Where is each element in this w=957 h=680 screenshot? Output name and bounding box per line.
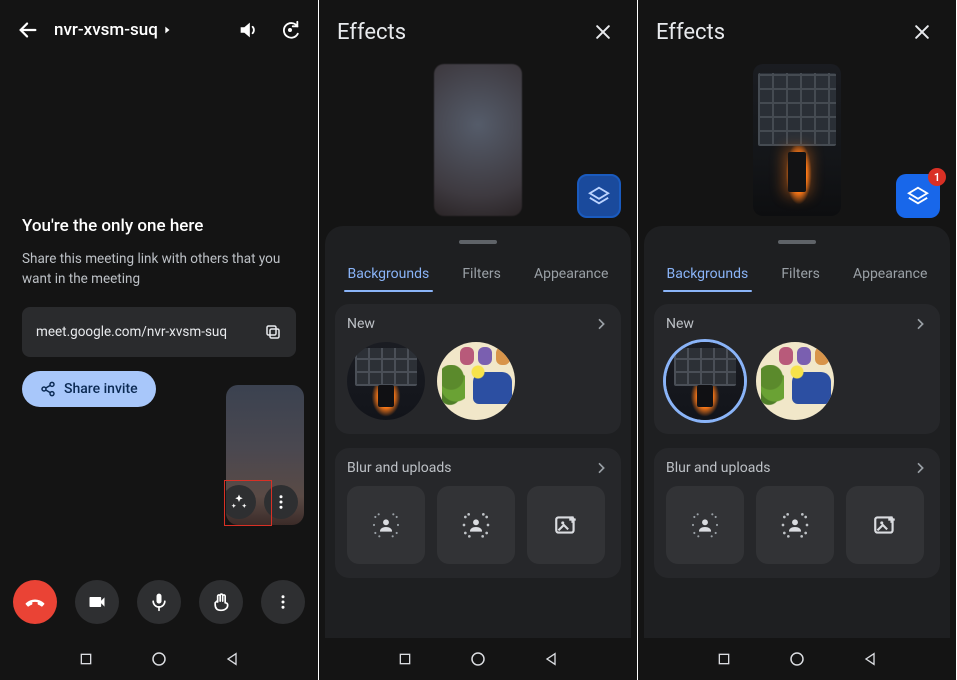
chevron-right-icon: [912, 460, 928, 476]
sheet-handle[interactable]: [778, 240, 816, 244]
empty-state-subtitle: Share this meeting link with others that…: [22, 250, 296, 289]
effects-title: Effects: [656, 20, 725, 45]
effects-preview: [434, 64, 522, 216]
chevron-right-icon: [593, 460, 609, 476]
nav-home-icon[interactable]: [788, 650, 806, 668]
android-nav-bar: [638, 638, 956, 680]
new-backgrounds-row: [347, 342, 609, 420]
nav-recent-icon[interactable]: [716, 651, 732, 667]
section-blur: Blur and uploads: [654, 448, 940, 578]
background-living-room[interactable]: [437, 342, 515, 420]
upload-background-button[interactable]: [846, 486, 924, 564]
tab-appearance[interactable]: Appearance: [530, 258, 612, 290]
section-new: New: [654, 304, 940, 434]
applied-effects-count: 1: [928, 168, 946, 186]
effects-sheet: Backgrounds Filters Appearance New: [644, 226, 950, 638]
section-blur-title: Blur and uploads: [666, 460, 770, 476]
section-blur-header[interactable]: Blur and uploads: [666, 460, 928, 476]
background-fireplace[interactable]: [347, 342, 425, 420]
effects-button[interactable]: [226, 485, 256, 519]
effects-tabs: Backgrounds Filters Appearance: [644, 258, 950, 290]
screen-effects-initial: Effects Backgrounds Filters Appearance N…: [319, 0, 638, 680]
section-blur: Blur and uploads: [335, 448, 621, 578]
section-new: New: [335, 304, 621, 434]
blur-strong-button[interactable]: [756, 486, 834, 564]
background-fireplace[interactable]: [666, 342, 744, 420]
empty-state: You're the only one here Share this meet…: [0, 216, 318, 407]
call-more-button[interactable]: [261, 580, 305, 624]
self-preview-buttons: [226, 479, 304, 525]
chevron-right-icon: [593, 316, 609, 332]
nav-back-icon[interactable]: [224, 651, 240, 667]
screen-meeting: nvr-xvsm-suq You're the only one here Sh…: [0, 0, 319, 680]
meeting-code-text: nvr-xvsm-suq: [54, 20, 158, 40]
effects-tabs: Backgrounds Filters Appearance: [325, 258, 631, 290]
meeting-link-text: meet.google.com/nvr-xvsm-suq: [36, 324, 227, 340]
effects-preview-area: 1: [638, 58, 956, 228]
section-new-header[interactable]: New: [347, 316, 609, 332]
section-new-title: New: [347, 316, 375, 332]
share-invite-label: Share invite: [64, 381, 138, 397]
close-icon[interactable]: [906, 16, 938, 48]
self-video-preview[interactable]: [226, 385, 304, 525]
blur-light-button[interactable]: [666, 486, 744, 564]
section-new-title: New: [666, 316, 694, 332]
sheet-handle[interactable]: [459, 240, 497, 244]
upload-background-button[interactable]: [527, 486, 605, 564]
effects-header: Effects: [638, 0, 956, 58]
switch-camera-icon[interactable]: [274, 14, 306, 46]
tab-appearance[interactable]: Appearance: [849, 258, 931, 290]
effects-preview-area: [319, 58, 637, 228]
share-invite-button[interactable]: Share invite: [22, 371, 156, 407]
effects-header: Effects: [319, 0, 637, 58]
nav-recent-icon[interactable]: [78, 651, 94, 667]
speaker-icon[interactable]: [232, 14, 264, 46]
android-nav-bar: [0, 638, 318, 680]
copy-link-button[interactable]: [260, 319, 286, 345]
nav-home-icon[interactable]: [469, 650, 487, 668]
blur-row: [666, 486, 928, 564]
applied-effects-button[interactable]: 1: [896, 174, 940, 218]
blur-light-button[interactable]: [347, 486, 425, 564]
effects-preview: [753, 64, 841, 216]
nav-recent-icon[interactable]: [397, 651, 413, 667]
raise-hand-button[interactable]: [199, 580, 243, 624]
blur-strong-button[interactable]: [437, 486, 515, 564]
tab-backgrounds[interactable]: Backgrounds: [663, 258, 753, 290]
section-new-header[interactable]: New: [666, 316, 928, 332]
nav-home-icon[interactable]: [150, 650, 168, 668]
meeting-top-bar: nvr-xvsm-suq: [0, 0, 318, 56]
end-call-button[interactable]: [13, 580, 57, 624]
meeting-link-box: meet.google.com/nvr-xvsm-suq: [22, 307, 296, 357]
more-options-button[interactable]: [264, 485, 298, 519]
section-blur-title: Blur and uploads: [347, 460, 451, 476]
blur-row: [347, 486, 609, 564]
meeting-code[interactable]: nvr-xvsm-suq: [54, 20, 222, 40]
call-control-bar: [0, 580, 318, 624]
empty-state-title: You're the only one here: [22, 216, 296, 236]
camera-toggle-button[interactable]: [75, 580, 119, 624]
chevron-right-icon: [912, 316, 928, 332]
applied-effects-button[interactable]: [577, 174, 621, 218]
nav-back-icon[interactable]: [862, 651, 878, 667]
background-living-room[interactable]: [756, 342, 834, 420]
tab-filters[interactable]: Filters: [777, 258, 824, 290]
tab-backgrounds[interactable]: Backgrounds: [344, 258, 434, 290]
android-nav-bar: [319, 638, 637, 680]
nav-back-icon[interactable]: [543, 651, 559, 667]
new-backgrounds-row: [666, 342, 928, 420]
effects-sheet: Backgrounds Filters Appearance New: [325, 226, 631, 638]
back-icon[interactable]: [12, 14, 44, 46]
screen-effects-applied: Effects 1 Backgrounds Filters Appearance…: [638, 0, 957, 680]
mic-toggle-button[interactable]: [137, 580, 181, 624]
effects-title: Effects: [337, 20, 406, 45]
tab-filters[interactable]: Filters: [458, 258, 505, 290]
close-icon[interactable]: [587, 16, 619, 48]
section-blur-header[interactable]: Blur and uploads: [347, 460, 609, 476]
